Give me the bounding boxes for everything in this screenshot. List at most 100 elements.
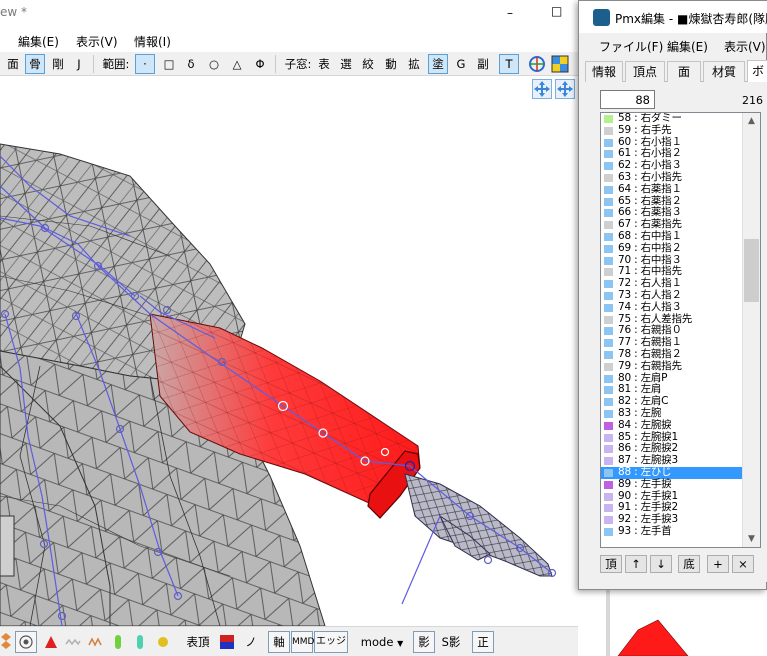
range-circle-button[interactable]: ○ — [205, 54, 223, 74]
edge-button[interactable]: エッジ — [314, 631, 348, 653]
grid-color-icon[interactable] — [550, 54, 570, 74]
tab-bone[interactable]: ボ — [747, 60, 767, 83]
bone-type-swatch — [604, 150, 613, 159]
move-top-button[interactable]: 頂 — [600, 555, 622, 573]
bone-label: 67 : 右薬指先 — [618, 218, 682, 231]
mode-rigid-button[interactable]: 剛 — [49, 54, 67, 74]
tab-material[interactable]: 材質 — [703, 61, 745, 82]
bone-index-input[interactable] — [600, 90, 655, 109]
bone-label: 62 : 右小指３ — [618, 159, 682, 172]
target-toggle-icon[interactable] — [15, 631, 37, 653]
menu-file[interactable]: ファイル(F) — [599, 38, 663, 55]
bone-type-swatch — [604, 468, 613, 477]
mirror-label[interactable]: ノミ — [241, 631, 261, 653]
scroll-up-icon[interactable]: ▲ — [743, 113, 760, 129]
bone-type-swatch — [604, 339, 613, 348]
child-sub-button[interactable]: 副 — [475, 54, 491, 74]
main-toolbar: 面 骨 剛 J 範囲: · □ δ ○ △ Φ 子窓: 表 選 絞 動 拡 塗 … — [0, 52, 600, 76]
child-scale-button[interactable]: 拡 — [406, 54, 422, 74]
bone-panel: 216 58 : 右ダミー59 : 右手先60 : 右小指１61 : 右小指２6… — [585, 82, 767, 582]
bone-label: 77 : 右親指１ — [618, 336, 682, 349]
bone-type-swatch — [604, 504, 613, 513]
bone-label: 72 : 右人指１ — [618, 277, 682, 290]
bone-list-item[interactable]: 93 : 左手首 — [601, 525, 743, 538]
self-shadow-button[interactable]: S影 — [438, 631, 464, 653]
zigzag-icon[interactable] — [87, 631, 105, 653]
maximize-button[interactable]: □ — [540, 0, 572, 30]
child-t-button[interactable]: T — [499, 54, 519, 74]
green-bone-icon[interactable] — [110, 631, 126, 653]
menu-view[interactable]: 表示(V) — [724, 38, 766, 55]
axis-button[interactable]: 軸 — [268, 631, 290, 653]
viewport-rotate-button[interactable] — [532, 79, 552, 99]
range-rect-button[interactable]: □ — [160, 54, 178, 74]
range-point-button[interactable]: · — [135, 54, 155, 74]
pmx-menubar: ファイル(F) 編集(E) 表示(V) — [579, 35, 767, 57]
child-move-button[interactable]: 動 — [383, 54, 399, 74]
red-triangle-icon[interactable] — [42, 631, 60, 653]
bone-type-swatch — [604, 409, 613, 418]
yellow-joint-icon[interactable] — [155, 631, 171, 653]
child-paint-button[interactable]: 塗 — [428, 54, 448, 74]
ortho-button[interactable]: 正 — [472, 631, 494, 653]
bone-type-swatch — [604, 280, 613, 289]
bone-label: 73 : 右人指２ — [618, 288, 682, 301]
viewport-move-button[interactable] — [555, 79, 575, 99]
menu-info[interactable]: 情報(I) — [134, 33, 171, 50]
mode-face-button[interactable]: 面 — [5, 54, 21, 74]
child-filter-button[interactable]: 絞 — [360, 54, 376, 74]
child-select-button[interactable]: 選 — [338, 54, 354, 74]
scroll-down-icon[interactable]: ▼ — [743, 531, 760, 547]
bone-type-swatch — [604, 197, 613, 206]
child-table-button[interactable]: 表 — [316, 54, 332, 74]
menu-view[interactable]: 表示(V) — [76, 33, 118, 50]
tab-vertex[interactable]: 頂点 — [625, 61, 665, 82]
range-triangle-button[interactable]: △ — [228, 54, 246, 74]
bone-type-swatch — [604, 350, 613, 359]
minimize-button[interactable]: – — [496, 0, 528, 30]
bottom-toolbar: 表頂 ノミ 軸 MMD エッジ mode ▼ 影 S影 正 — [0, 626, 578, 656]
bone-type-swatch — [604, 516, 613, 525]
mode-bone-button[interactable]: 骨 — [25, 54, 45, 74]
shadow-button[interactable]: 影 — [413, 631, 435, 653]
add-bone-button[interactable]: + — [707, 555, 729, 573]
material-color-icon[interactable] — [218, 631, 236, 653]
bone-list-scrollbar[interactable]: ▲ ▼ — [742, 113, 760, 547]
child-group-button[interactable]: G — [453, 54, 469, 74]
menu-edit[interactable]: 編集(E) — [667, 38, 708, 55]
bone-label: 71 : 右中指先 — [618, 265, 682, 278]
bone-label: 78 : 右親指２ — [618, 347, 682, 360]
mode-select[interactable]: mode ▼ — [356, 631, 408, 653]
hand-mesh — [404, 473, 553, 577]
wire-icon[interactable] — [64, 631, 82, 653]
minimize-icon: – — [507, 6, 513, 20]
show-vertex-label[interactable]: 表頂 — [183, 631, 213, 653]
bone-label: 58 : 右ダミー — [618, 112, 682, 124]
bone-label: 64 : 右薬指１ — [618, 182, 682, 195]
bone-label: 89 : 左手捩 — [618, 477, 672, 490]
bone-label: 74 : 右人指３ — [618, 300, 682, 313]
bone-type-swatch — [604, 492, 613, 501]
bone-label: 84 : 左腕捩 — [618, 418, 672, 431]
tab-face[interactable]: 面 — [667, 61, 701, 82]
mmd-button[interactable]: MMD — [291, 631, 314, 653]
move-bottom-button[interactable]: 底 — [678, 555, 700, 573]
move-down-button[interactable]: ↓ — [650, 555, 672, 573]
delete-bone-button[interactable]: × — [732, 555, 754, 573]
bone-type-swatch — [604, 138, 613, 147]
target-icon[interactable] — [527, 54, 547, 74]
range-phi-button[interactable]: Φ — [251, 54, 269, 74]
pmx-titlebar[interactable]: Pmx編集 - ■煉獄杏寿郎(隊服 — [579, 1, 767, 33]
bone-list[interactable]: 58 : 右ダミー 59 : 右手先 60 : 右小指１ 61 : 右小指２ 62 : … — [600, 112, 761, 548]
bone-label: 68 : 右中指１ — [618, 229, 682, 242]
range-delta-button[interactable]: δ — [182, 54, 200, 74]
tab-info[interactable]: 情報 — [585, 61, 623, 82]
mode-joint-button[interactable]: J — [71, 54, 87, 74]
move-up-button[interactable]: ↑ — [625, 555, 647, 573]
pattern-icon[interactable] — [0, 631, 12, 653]
mode-select-value: mode — [360, 635, 394, 649]
menu-edit[interactable]: 編集(E) — [18, 33, 59, 50]
teal-bone-icon[interactable] — [132, 631, 148, 653]
bone-type-swatch — [604, 232, 613, 241]
scroll-thumb[interactable] — [744, 239, 759, 302]
